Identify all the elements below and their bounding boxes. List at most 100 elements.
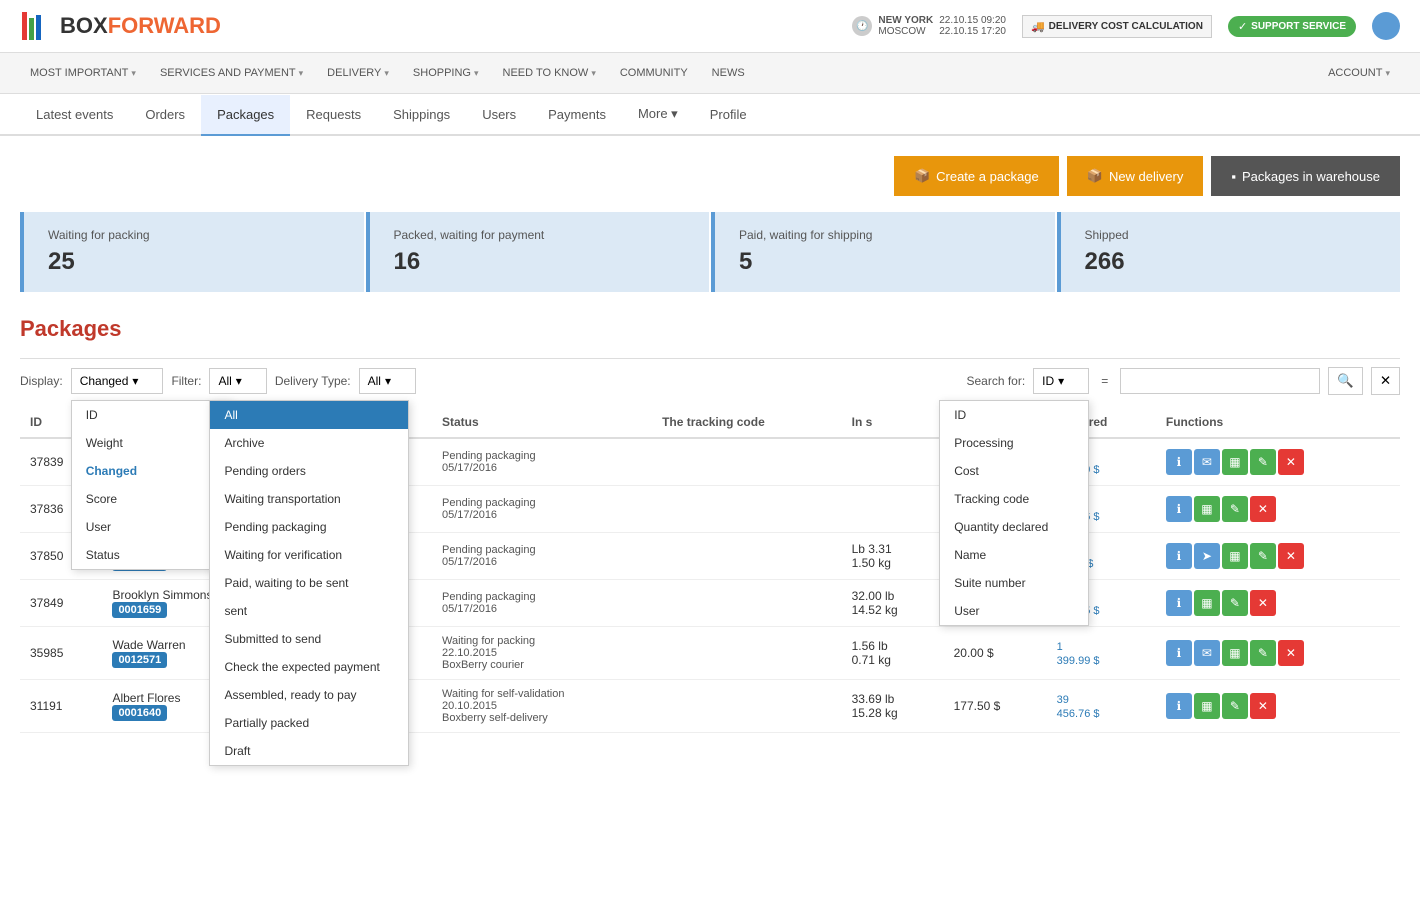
- grid-button[interactable]: ▦: [1222, 640, 1248, 666]
- stat-value: 16: [394, 248, 686, 276]
- grid-button[interactable]: ▦: [1194, 590, 1220, 616]
- edit-button[interactable]: ✎: [1222, 693, 1248, 719]
- create-package-button[interactable]: 📦 Create a package: [894, 156, 1059, 196]
- dropdown-item-changed[interactable]: Changed: [72, 457, 230, 485]
- stat-waiting-packing: Waiting for packing 25: [20, 212, 364, 292]
- search-button[interactable]: 🔍: [1328, 367, 1363, 395]
- delivery-type-select[interactable]: All ▾: [359, 368, 416, 394]
- info-button[interactable]: ℹ: [1166, 693, 1192, 719]
- chevron-down-icon: ▾: [236, 374, 242, 388]
- chevron-down-icon: ▾: [131, 68, 136, 79]
- nav-account[interactable]: accouNT ▾: [1318, 53, 1400, 93]
- tab-more[interactable]: More ▾: [622, 94, 694, 136]
- send-button[interactable]: ✉: [1194, 449, 1220, 475]
- delete-button[interactable]: ✕: [1278, 449, 1304, 475]
- info-button[interactable]: ℹ: [1166, 496, 1192, 522]
- filter-item-paid-waiting[interactable]: Paid, waiting to be sent: [210, 569, 408, 597]
- edit-button[interactable]: ✎: [1250, 543, 1276, 569]
- info-button[interactable]: ℹ: [1166, 640, 1192, 666]
- packages-warehouse-button[interactable]: ▪ Packages in warehouse: [1211, 156, 1400, 196]
- filter-item-pending-packaging[interactable]: Pending packaging: [210, 513, 408, 541]
- filter-item-pending-orders[interactable]: Pending orders: [210, 457, 408, 485]
- nav-need-to-know[interactable]: NEED TO KNOW ▾: [493, 53, 606, 93]
- filter-item-submitted[interactable]: Submitted to send: [210, 625, 408, 653]
- filter-item-draft[interactable]: Draft: [210, 737, 408, 765]
- delete-button[interactable]: ✕: [1250, 590, 1276, 616]
- search-id-item-suite[interactable]: Suite number: [940, 569, 1088, 597]
- send-button[interactable]: ✉: [1194, 640, 1220, 666]
- search-id-item-tracking[interactable]: Tracking code: [940, 485, 1088, 513]
- tab-shippings[interactable]: Shippings: [377, 95, 466, 136]
- filter-item-all[interactable]: All: [210, 401, 408, 429]
- row-tracking: [652, 486, 842, 533]
- dropdown-item-user[interactable]: User: [72, 513, 230, 541]
- support-button[interactable]: ✓ SUPPORT SERVICE: [1228, 16, 1356, 37]
- nav-news[interactable]: NEWS: [702, 53, 755, 93]
- nav-services[interactable]: SERVICES AND PAYMENT ▾: [150, 53, 313, 93]
- filter-item-check-expected[interactable]: Check the expected payment: [210, 653, 408, 681]
- tab-payments[interactable]: Payments: [532, 95, 622, 136]
- dropdown-item-status[interactable]: Status: [72, 541, 230, 569]
- filter-item-assembled[interactable]: Assembled, ready to pay: [210, 681, 408, 709]
- edit-button[interactable]: ✎: [1250, 449, 1276, 475]
- nav-delivery[interactable]: DELIVERY ▾: [317, 53, 399, 93]
- grid-button[interactable]: ▦: [1194, 693, 1220, 719]
- info-button[interactable]: ℹ: [1166, 590, 1192, 616]
- delivery-cost-button[interactable]: 🚚 DELIVERY COST CALCULATION: [1022, 15, 1212, 38]
- filter-item-sent[interactable]: sent: [210, 597, 408, 625]
- search-id-item-user[interactable]: User: [940, 597, 1088, 625]
- chevron-down-icon: ▾: [385, 374, 391, 388]
- info-button[interactable]: ℹ: [1166, 449, 1192, 475]
- filter-item-waiting-verification[interactable]: Waiting for verification: [210, 541, 408, 569]
- package-icon: 📦: [914, 168, 930, 184]
- tab-latest-events[interactable]: Latest events: [20, 95, 129, 136]
- row-weight: 32.00 lb14.52 kg: [842, 580, 944, 627]
- tab-requests[interactable]: Requests: [290, 95, 377, 136]
- search-id-item-name[interactable]: Name: [940, 541, 1088, 569]
- filter-item-partially[interactable]: Partially packed: [210, 709, 408, 737]
- nav-most-important[interactable]: MOST IMPORTANT ▾: [20, 53, 146, 93]
- search-id-item-processing[interactable]: Processing: [940, 429, 1088, 457]
- info-button[interactable]: ℹ: [1166, 543, 1192, 569]
- row-functions: ℹ ✉ ▦ ✎ ✕: [1156, 438, 1400, 486]
- row-tracking: [652, 438, 842, 486]
- grid-button[interactable]: ▦: [1222, 543, 1248, 569]
- stat-packed-waiting-payment: Packed, waiting for payment 16: [366, 212, 710, 292]
- clear-search-button[interactable]: ✕: [1371, 367, 1400, 395]
- tab-profile[interactable]: Profile: [694, 95, 763, 136]
- tab-users[interactable]: Users: [466, 95, 532, 136]
- delete-button[interactable]: ✕: [1250, 496, 1276, 522]
- delete-button[interactable]: ✕: [1250, 693, 1276, 719]
- search-input[interactable]: [1120, 368, 1320, 394]
- dropdown-item-weight[interactable]: Weight: [72, 429, 230, 457]
- tab-orders[interactable]: Orders: [129, 95, 201, 136]
- user-avatar[interactable]: [1372, 12, 1400, 40]
- delete-button[interactable]: ✕: [1278, 543, 1304, 569]
- search-id-item-qty[interactable]: Quantity declared: [940, 513, 1088, 541]
- search-id-select[interactable]: ID ▾: [1033, 368, 1089, 394]
- nav-community[interactable]: COMMUNITY: [610, 53, 698, 93]
- search-id-item-cost[interactable]: Cost: [940, 457, 1088, 485]
- nav-shopping[interactable]: ShoppInG ▾: [403, 53, 489, 93]
- grid-button[interactable]: ▦: [1194, 496, 1220, 522]
- search-id-item-id[interactable]: ID: [940, 401, 1088, 429]
- filter-item-archive[interactable]: Archive: [210, 429, 408, 457]
- edit-button[interactable]: ✎: [1222, 590, 1248, 616]
- row-functions: ℹ ▦ ✎ ✕: [1156, 580, 1400, 627]
- dropdown-item-id[interactable]: ID: [72, 401, 230, 429]
- row-declared: 39 456.76 $: [1047, 680, 1156, 733]
- edit-button[interactable]: ✎: [1222, 496, 1248, 522]
- dropdown-item-score[interactable]: Score: [72, 485, 230, 513]
- tab-packages[interactable]: Packages: [201, 95, 290, 136]
- search-equals: =: [1097, 374, 1112, 388]
- delete-button[interactable]: ✕: [1278, 640, 1304, 666]
- grid-button[interactable]: ▦: [1222, 449, 1248, 475]
- send-button[interactable]: ➤: [1194, 543, 1220, 569]
- filter-item-waiting-transport[interactable]: Waiting transportation: [210, 485, 408, 513]
- filter-all-select[interactable]: All ▾: [209, 368, 266, 394]
- logo-icon: [20, 8, 56, 44]
- edit-button[interactable]: ✎: [1250, 640, 1276, 666]
- new-delivery-button[interactable]: 📦 New delivery: [1067, 156, 1204, 196]
- display-select[interactable]: Changed ▾: [71, 368, 164, 394]
- clock-icon: 🕐: [852, 16, 872, 36]
